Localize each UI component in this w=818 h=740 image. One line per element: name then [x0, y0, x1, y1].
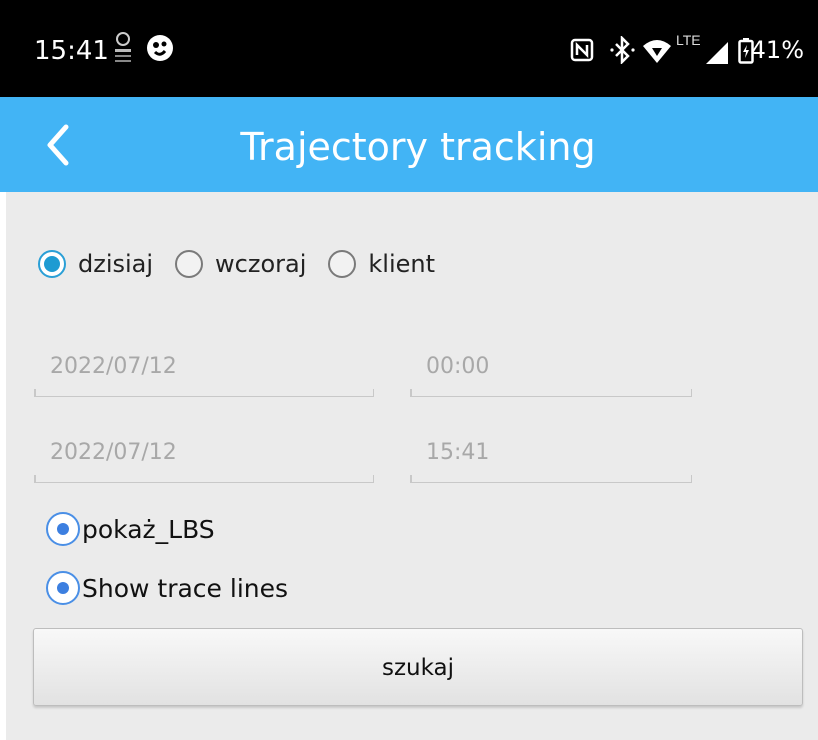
show-trace-lines-label: Show trace lines [82, 573, 289, 603]
start-date-field[interactable]: 2022/07/12 [34, 346, 374, 397]
radio-label-custom: klient [368, 250, 436, 278]
news-app-icon [115, 32, 131, 62]
end-time-value: 15:41 [426, 440, 490, 465]
bluetooth-icon [610, 36, 635, 64]
radio-button-today[interactable] [38, 250, 66, 278]
status-time: 15:41 [34, 36, 109, 66]
start-date-value: 2022/07/12 [50, 354, 177, 379]
radio-button-yesterday[interactable] [175, 250, 204, 278]
show-trace-lines-checkbox[interactable] [46, 571, 80, 605]
app-notification-icon [147, 35, 173, 61]
radio-button-custom[interactable] [328, 250, 357, 278]
cell-signal-icon [706, 42, 728, 64]
network-type: LTE [676, 32, 701, 48]
show-lbs-label: pokaż_LBS [82, 514, 215, 544]
show-trace-lines-option[interactable]: Show trace lines [46, 569, 288, 607]
end-date-value: 2022/07/12 [50, 440, 177, 465]
app-bar: Trajectory tracking [0, 97, 818, 192]
show-lbs-option[interactable]: pokaż_LBS [46, 510, 215, 548]
wifi-icon [643, 40, 671, 63]
radio-option-yesterday[interactable]: wczoraj [175, 250, 306, 278]
radio-label-today: dzisiaj [78, 250, 154, 278]
main-content: dzisiaj wczoraj klient 2022/07/12 00:00 … [6, 192, 818, 740]
end-date-field[interactable]: 2022/07/12 [34, 432, 374, 483]
nfc-icon [570, 38, 594, 62]
start-time-value: 00:00 [426, 354, 490, 379]
radio-label-yesterday: wczoraj [215, 250, 307, 278]
status-bar: 15:41 LTE 41% [0, 0, 818, 97]
end-time-field[interactable]: 15:41 [410, 432, 692, 483]
search-button[interactable]: szukaj [33, 628, 803, 706]
radio-option-today[interactable]: dzisiaj [38, 250, 153, 278]
battery-level: 41% [750, 36, 804, 64]
radio-option-custom[interactable]: klient [328, 250, 435, 278]
start-time-field[interactable]: 00:00 [410, 346, 692, 397]
page-title: Trajectory tracking [240, 125, 596, 169]
date-range-selector: dzisiaj wczoraj klient [38, 244, 457, 284]
show-lbs-checkbox[interactable] [46, 512, 80, 546]
